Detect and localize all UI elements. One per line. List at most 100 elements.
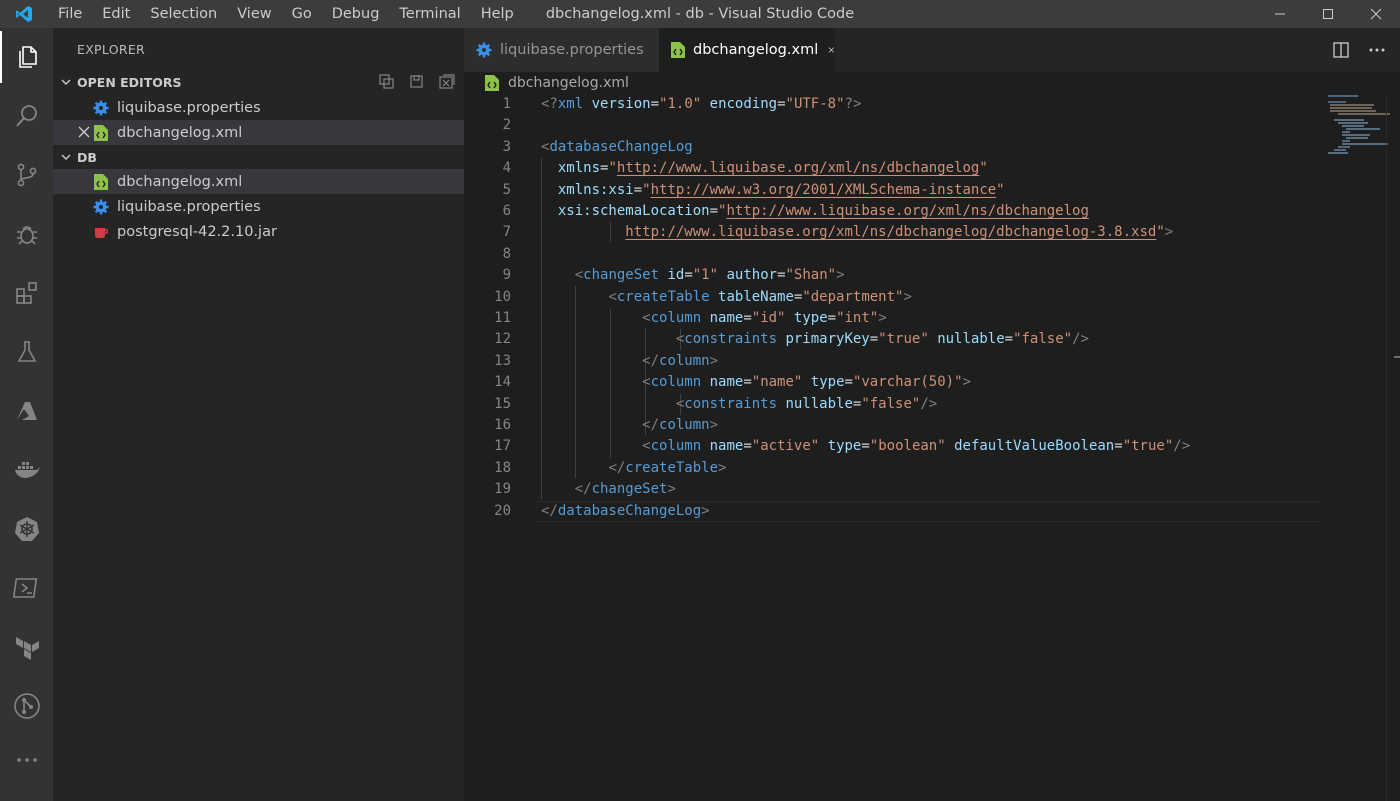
gear-icon <box>476 42 492 58</box>
code-line[interactable]: 11 <column name="id" type="int"> <box>464 308 1320 329</box>
code-line[interactable]: 5 xmlns:xsi="http://www.w3.org/2001/XMLS… <box>464 180 1320 201</box>
more-actions-icon[interactable] <box>1368 41 1386 59</box>
code-line[interactable]: 16 </column> <box>464 415 1320 436</box>
split-editor-icon[interactable] <box>1332 41 1350 59</box>
line-code: xmlns:xsi="http://www.w3.org/2001/XMLSch… <box>541 180 1005 201</box>
code-token: column <box>650 438 702 455</box>
chevron-down-icon <box>55 76 77 88</box>
code-token: > <box>836 267 845 284</box>
code-token: " <box>979 160 988 177</box>
terraform-button[interactable] <box>0 621 53 673</box>
sidebar-title: EXPLORER <box>77 42 146 57</box>
line-code: </column> <box>541 415 718 436</box>
code-line[interactable]: 17 <column name="active" type="boolean" … <box>464 436 1320 457</box>
folder-db-header[interactable]: DB <box>53 146 464 168</box>
terraform-icon <box>15 637 39 660</box>
file-item[interactable]: postgresql-42.2.10.jar <box>53 219 464 244</box>
code-token: /> <box>1072 331 1089 348</box>
git-graph-button[interactable] <box>0 680 53 732</box>
breadcrumb-file[interactable]: dbchangelog.xml <box>508 75 629 91</box>
code-line[interactable]: 7 http://www.liquibase.org/xml/ns/dbchan… <box>464 222 1320 243</box>
menu-view[interactable]: View <box>227 0 281 28</box>
source-control-button[interactable] <box>0 149 53 201</box>
explorer-button[interactable] <box>0 31 53 83</box>
close-editor-icon[interactable] <box>77 125 91 139</box>
close-window-button[interactable] <box>1352 0 1400 28</box>
open-editors-header[interactable]: OPEN EDITORS <box>53 71 464 93</box>
code-line[interactable]: 4 xmlns="http://www.liquibase.org/xml/ns… <box>464 158 1320 179</box>
code-line[interactable]: 15 <constraints nullable="false"/> <box>464 394 1320 415</box>
terminal-button[interactable] <box>0 562 53 614</box>
code-token: "int" <box>836 310 879 326</box>
code-line[interactable]: 13 </column> <box>464 351 1320 372</box>
kubernetes-button[interactable] <box>0 503 53 555</box>
code-line[interactable]: 14 <column name="name" type="varchar(50)… <box>464 372 1320 393</box>
code-line[interactable]: 2 <box>464 115 1320 136</box>
line-code: </createTable> <box>541 458 726 479</box>
code-line[interactable]: 8 <box>464 244 1320 265</box>
activity-bar <box>0 28 53 801</box>
code-line[interactable]: 9 <changeSet id="1" author="Shan"> <box>464 265 1320 286</box>
test-flask-icon <box>17 341 36 362</box>
save-all-icon[interactable] <box>408 73 426 91</box>
extensions-button[interactable] <box>0 267 53 319</box>
docker-button[interactable] <box>0 444 53 496</box>
code-line[interactable]: 3 <databaseChangeLog <box>464 137 1320 158</box>
line-number: 13 <box>494 352 511 369</box>
code-token: column <box>659 352 710 369</box>
menu-file[interactable]: File <box>48 0 92 28</box>
more-button[interactable] <box>0 734 53 786</box>
menu-go[interactable]: Go <box>282 0 322 28</box>
menu-debug[interactable]: Debug <box>322 0 390 28</box>
code-token: = <box>827 310 837 326</box>
file-item[interactable]: liquibase.properties <box>53 194 464 219</box>
open-editor-item[interactable]: dbchangelog.xml <box>53 120 464 145</box>
code-line[interactable]: 20 </databaseChangeLog> <box>464 501 1320 522</box>
code-token: "department" <box>802 288 904 305</box>
git-graph-icon <box>13 693 40 719</box>
open-editor-item[interactable]: liquibase.properties <box>53 95 464 120</box>
tab-dbchangelog-xml[interactable]: dbchangelog.xml <box>659 28 835 72</box>
code-token: http://www.w3.org/2001/XMLSchema-instanc… <box>650 181 997 198</box>
close-icon <box>1370 8 1382 20</box>
line-number: 6 <box>502 203 511 219</box>
code-line[interactable]: 1 <?xml version="1.0" encoding="UTF-8"?> <box>464 94 1320 115</box>
azure-icon <box>16 402 37 420</box>
azure-button[interactable] <box>0 385 53 437</box>
code-line[interactable]: 12 <constraints primaryKey="true" nullab… <box>464 329 1320 350</box>
tab-liquibase-properties[interactable]: liquibase.properties <box>464 28 659 72</box>
code-line[interactable]: 10 <createTable tableName="department"> <box>464 287 1320 308</box>
file-item[interactable]: dbchangelog.xml <box>53 169 464 194</box>
code-token: xml <box>557 96 584 112</box>
debug-button[interactable] <box>0 208 53 260</box>
close-all-icon[interactable] <box>438 73 456 91</box>
minimap[interactable] <box>1324 94 1394 174</box>
code-editor[interactable]: 1 <?xml version="1.0" encoding="UTF-8"?> 2… <box>464 94 1400 801</box>
menu-selection[interactable]: Selection <box>140 0 227 28</box>
code-line[interactable]: 18 </createTable> <box>464 458 1320 479</box>
minimize-button[interactable] <box>1256 0 1304 28</box>
code-token: constraints <box>684 331 778 348</box>
code-line[interactable]: 19 </changeSet> <box>464 479 1320 500</box>
code-token: = <box>1004 331 1014 348</box>
vertical-scrollbar[interactable] <box>1386 94 1400 801</box>
maximize-button[interactable] <box>1304 0 1352 28</box>
menu-edit[interactable]: Edit <box>92 0 140 28</box>
menu-help[interactable]: Help <box>471 0 524 28</box>
new-untitled-file-icon[interactable] <box>378 73 396 91</box>
search-button[interactable] <box>0 90 53 142</box>
line-number: 2 <box>502 117 511 134</box>
menu-terminal[interactable]: Terminal <box>389 0 470 28</box>
line-number: 8 <box>502 245 511 262</box>
test-button[interactable] <box>0 326 53 378</box>
close-tab-icon[interactable] <box>828 43 835 57</box>
code-line[interactable]: 6 xsi:schemaLocation="http://www.liquiba… <box>464 201 1320 222</box>
